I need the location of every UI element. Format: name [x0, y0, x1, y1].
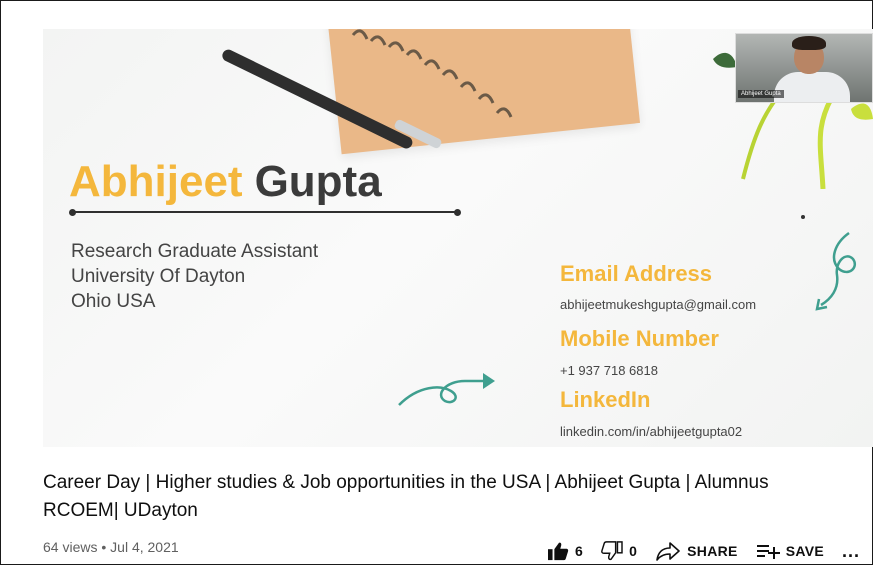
arrow-doodle-icon — [815, 231, 856, 311]
meta-separator: • — [101, 539, 107, 555]
share-label: SHARE — [687, 543, 738, 559]
like-count: 6 — [574, 543, 584, 559]
dot-decoration-icon — [801, 215, 805, 219]
name-last: Gupta — [254, 157, 382, 206]
role-line: Research Graduate Assistant — [71, 241, 319, 262]
webcam-overlay: Abhijeet Gupta — [735, 33, 873, 103]
notebook-spiral-icon — [351, 29, 513, 118]
video-title: Career Day | Higher studies & Job opport… — [43, 472, 769, 521]
dislike-button[interactable]: 0 — [601, 541, 637, 561]
linkedin-value: linkedin.com/in/abhijeetgupta02 — [560, 424, 743, 439]
role-line: Ohio USA — [71, 291, 156, 312]
like-button[interactable]: 6 — [547, 541, 583, 561]
share-icon — [656, 542, 680, 561]
video-player[interactable]: Abhijeet Gupta Research Graduate Assistan… — [43, 29, 873, 447]
arrow-doodle-icon — [398, 373, 495, 406]
mobile-heading: Mobile Number — [560, 326, 719, 351]
linkedin-heading: LinkedIn — [560, 387, 651, 412]
webcam-person-body — [774, 72, 850, 102]
thumbs-down-icon — [601, 541, 623, 561]
role-block: Research Graduate Assistant University O… — [71, 239, 318, 314]
email-value: abhijeetmukeshgupta@gmail.com — [560, 297, 757, 312]
name-first: Abhijeet — [69, 157, 243, 206]
upload-date: Jul 4, 2021 — [110, 539, 179, 555]
mobile-value: +1 937 718 6818 — [560, 363, 658, 378]
name-underline — [69, 208, 461, 216]
webcam-person-hair — [792, 36, 826, 50]
view-count: 64 views — [43, 539, 98, 555]
thumbs-up-icon — [547, 542, 569, 561]
email-heading: Email Address — [560, 261, 713, 286]
action-bar: 6 0 SHARE SAVE ... — [547, 539, 872, 563]
save-button[interactable]: SAVE — [756, 542, 824, 560]
video-meta: 64 views • Jul 4, 2021 — [43, 539, 179, 555]
role-line: University Of Dayton — [71, 266, 246, 287]
underline-dot-right — [454, 208, 461, 216]
dislike-count: 0 — [629, 543, 638, 559]
save-label: SAVE — [785, 543, 824, 559]
playlist-add-icon — [756, 545, 780, 559]
webcam-label: Abhijeet Gupta — [738, 90, 784, 98]
slide-name: Abhijeet Gupta — [69, 157, 382, 207]
more-icon[interactable]: ... — [842, 541, 860, 562]
underline-dot-left — [69, 208, 76, 216]
share-button[interactable]: SHARE — [655, 541, 738, 561]
window-frame: Abhijeet Gupta Research Graduate Assistan… — [0, 0, 873, 565]
